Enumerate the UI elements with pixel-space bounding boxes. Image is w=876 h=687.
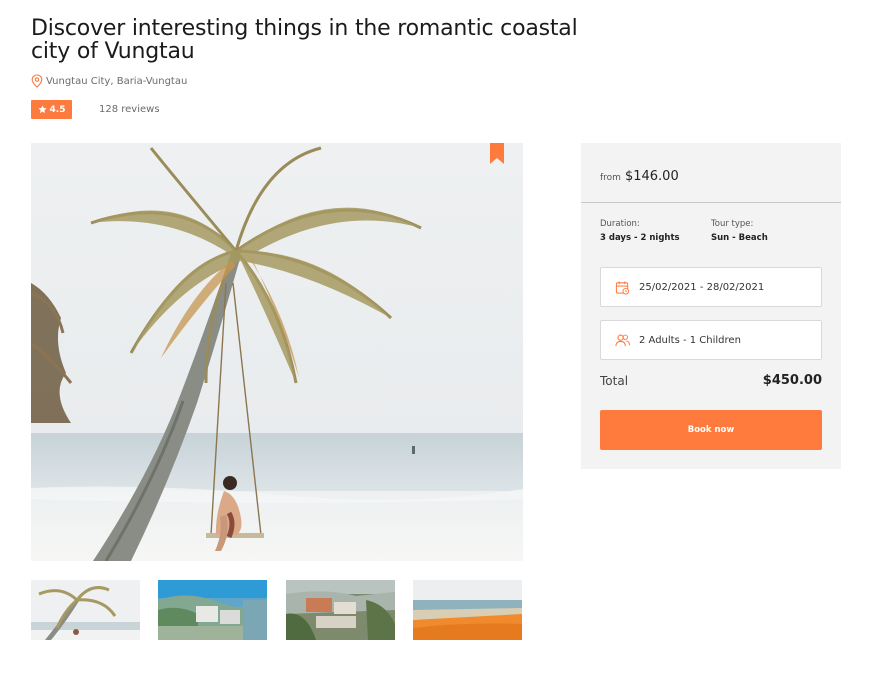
duration-label: Duration:: [600, 219, 640, 229]
page-title: Discover interesting things in the roman…: [31, 16, 578, 64]
gallery-thumbnail[interactable]: [158, 580, 267, 640]
rating-badge: 4.5: [31, 100, 72, 119]
price-value: $146.00: [624, 169, 679, 184]
date-range-value: 25/02/2021 - 28/02/2021: [639, 281, 765, 293]
duration-detail: Duration: 3 days - 2 nights: [600, 219, 680, 243]
users-icon: [615, 334, 630, 346]
price-prefix: from: [600, 173, 621, 183]
total-row: Total $450.00: [600, 373, 822, 388]
duration-value: 3 days - 2 nights: [600, 233, 680, 243]
gallery-thumbnail[interactable]: [413, 580, 522, 640]
date-range-field[interactable]: 25/02/2021 - 28/02/2021: [600, 267, 822, 307]
tour-location: Vungtau City, Baria-Vungtau: [31, 74, 187, 88]
location-text: Vungtau City, Baria-Vungtau: [46, 75, 188, 87]
coastal-hill-thumbnail: [158, 580, 267, 640]
tour-type-detail: Tour type: Sun - Beach: [711, 219, 768, 243]
rating-value: 4.5: [49, 104, 66, 115]
book-now-button[interactable]: Book now: [600, 410, 822, 450]
palm-swing-photo: [31, 143, 523, 561]
calendar-icon: [615, 280, 630, 295]
tour-type-value: Sun - Beach: [711, 233, 768, 243]
palm-beach-thumbnail: [31, 580, 140, 640]
star-icon: [37, 105, 47, 114]
map-pin-icon: [31, 74, 43, 88]
total-value: $450.00: [762, 373, 822, 388]
guests-value: 2 Adults - 1 Children: [639, 334, 741, 346]
price-row: from $146.00: [600, 169, 679, 184]
tour-type-label: Tour type:: [711, 219, 754, 229]
total-label: Total: [600, 373, 629, 388]
reviews-count[interactable]: 128 reviews: [99, 104, 160, 115]
guests-field[interactable]: 2 Adults - 1 Children: [600, 320, 822, 360]
booking-panel: from $146.00 Duration: 3 days - 2 nights…: [581, 143, 841, 469]
gallery-thumbnail[interactable]: [286, 580, 395, 640]
seaside-village-thumbnail: [286, 580, 395, 640]
orange-beach-thumbnail: [413, 580, 522, 640]
divider: [581, 202, 841, 203]
main-tour-image[interactable]: [31, 143, 523, 561]
gallery-thumbnail[interactable]: [31, 580, 140, 640]
bookmark-icon[interactable]: [490, 143, 504, 164]
